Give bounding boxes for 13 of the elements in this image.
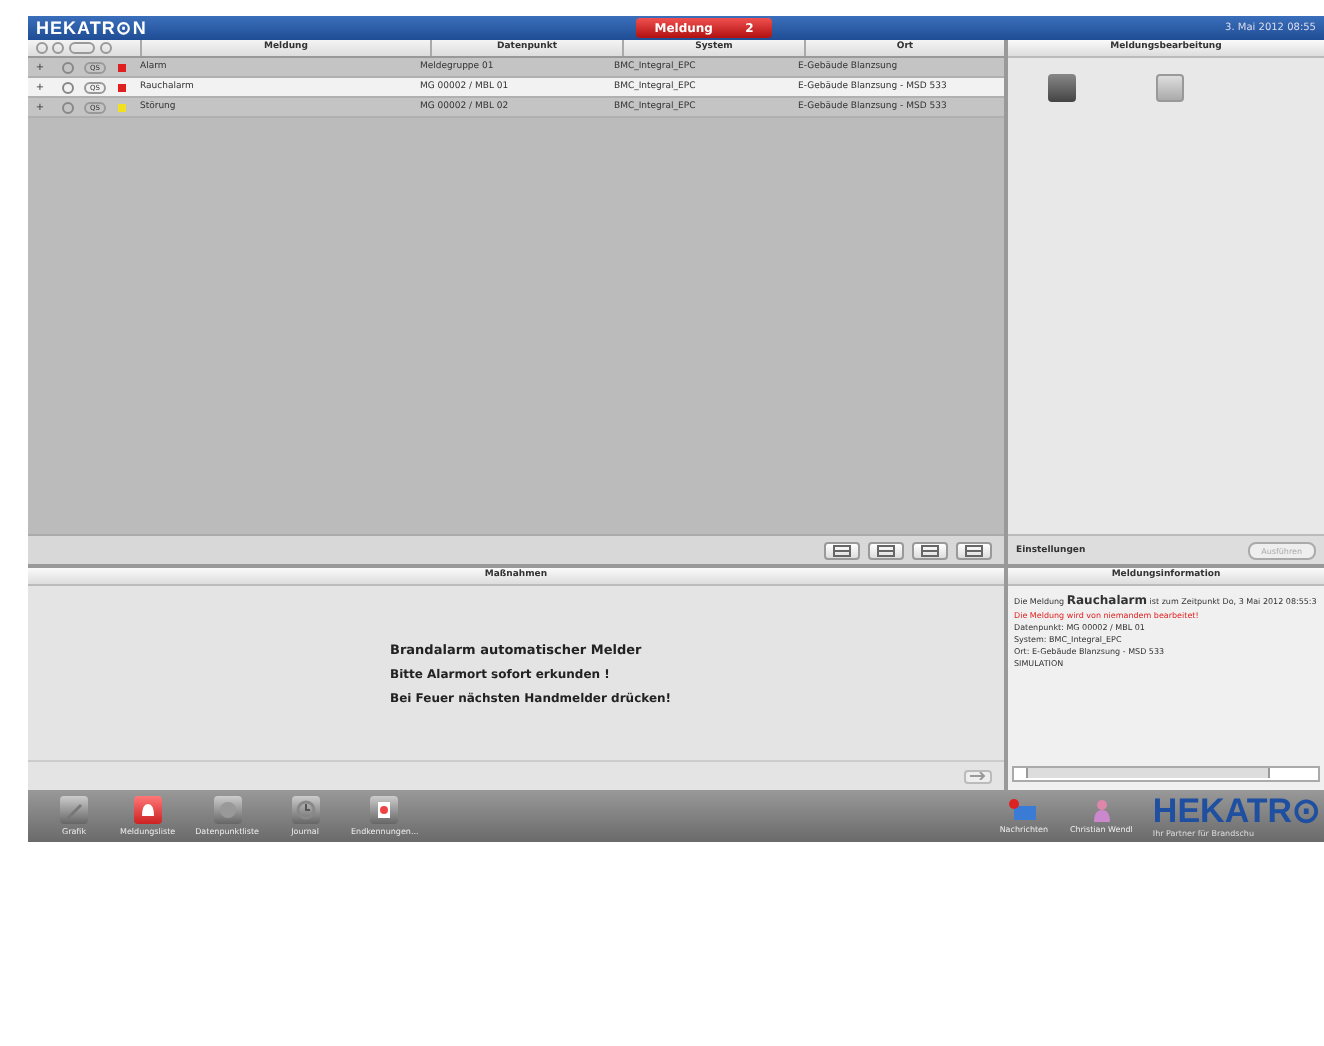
print-button[interactable]	[956, 541, 992, 559]
print-button[interactable]	[912, 541, 948, 559]
circle-icon	[62, 101, 74, 113]
user-icon	[1089, 798, 1114, 822]
scrollbar[interactable]	[1012, 766, 1320, 782]
list-view-button[interactable]	[824, 541, 860, 559]
logo-text: HEKATR⊙N	[36, 18, 147, 38]
circle-icon	[62, 61, 74, 73]
envelope-icon	[1007, 798, 1040, 822]
action-button[interactable]	[1048, 74, 1076, 102]
print-button[interactable]	[868, 541, 904, 559]
circle-icon	[62, 81, 74, 93]
brand-logo-text: HEKATR⊙	[1152, 794, 1320, 828]
